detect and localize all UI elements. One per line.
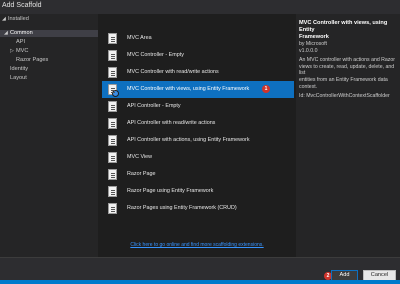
list-item[interactable]: MVC Area [102, 30, 294, 47]
list-item[interactable]: MVC View [102, 149, 294, 166]
step-badge: 1 [262, 85, 270, 93]
list-item-label: MVC Area [127, 35, 152, 41]
list-item[interactable]: MVC Controller - Empty [102, 47, 294, 64]
list-item-label: API Controller with actions, using Entit… [127, 137, 250, 143]
tree-item-label: Identity [10, 66, 29, 72]
list-item-label: MVC Controller - Empty [127, 52, 184, 58]
list-item-label: MVC Controller with views, using Entity … [127, 86, 250, 92]
details-desc-line: An MVC controller with actions and Razor [299, 57, 396, 64]
details-author: by Microsoft [299, 41, 327, 47]
details-desc-line: views to create, read, update, delete, a… [299, 63, 395, 77]
category-tree: ◢ Installed ◢ Common API ▷ MVC Razor Pages … [0, 14, 98, 257]
details-id: Id: MvcControllerWithContextScaffolder [299, 93, 390, 100]
template-icon [108, 67, 117, 78]
template-icon [108, 101, 117, 112]
template-icon [108, 186, 117, 197]
template-icon [108, 33, 117, 44]
list-item-label: MVC Controller with read/write actions [127, 69, 219, 75]
list-item-selected[interactable]: MVC Controller with views, using Entity … [102, 81, 294, 98]
list-item-label: Razor Pages using Entity Framework (CRUD… [127, 205, 237, 211]
list-item[interactable]: API Controller with read/write actions [102, 115, 294, 132]
tree-item-label: Razor Pages [16, 57, 49, 63]
tree-item-label: Common [10, 30, 33, 36]
list-item-label: Razor Page [127, 171, 156, 177]
details-desc-line: entities from an Entity Framework data [299, 76, 388, 83]
list-item[interactable]: Razor Page [102, 166, 294, 183]
details-title-cont: Framework [299, 34, 329, 40]
list-item-label: Razor Page using Entity Framework [127, 188, 214, 194]
tree-item-layout[interactable]: Layout [10, 75, 27, 82]
list-item[interactable]: API Controller with actions, using Entit… [102, 132, 294, 149]
tree-item-api[interactable]: API [16, 39, 25, 46]
list-item-label: MVC View [127, 154, 153, 160]
list-item-label: API Controller with read/write actions [127, 120, 216, 126]
tree-item-razor-pages[interactable]: Razor Pages [16, 57, 48, 64]
tree-item-label: Installed [8, 16, 29, 22]
list-item[interactable]: Razor Pages using Entity Framework (CRUD… [102, 200, 294, 217]
template-icon [108, 84, 119, 97]
status-bar [0, 280, 400, 284]
tree-item-identity[interactable]: Identity [10, 66, 28, 73]
template-icon [108, 135, 117, 146]
list-item[interactable]: MVC Controller with read/write actions [102, 64, 294, 81]
title-bar: Add Scaffold [0, 0, 400, 14]
tree-item-label: API [16, 39, 26, 45]
tree-item-installed[interactable]: ◢ Installed [2, 16, 29, 23]
details-version: v1.0.0.0 [299, 47, 318, 54]
tree-item-mvc[interactable]: ▷ MVC [10, 48, 28, 55]
details-panel: MVC Controller with views, using Entity … [296, 14, 400, 257]
template-list: MVC Area MVC Controller - Empty MVC Cont… [100, 14, 294, 257]
template-icon [108, 118, 117, 129]
tree-item-label: Layout [10, 75, 27, 81]
tree-item-common[interactable]: ◢ Common [0, 30, 98, 37]
details-title: MVC Controller with views, using Entity [299, 20, 388, 33]
template-icon [108, 203, 117, 214]
list-item[interactable]: API Controller - Empty [102, 98, 294, 115]
online-extensions-link[interactable]: Click here to go online and find more sc… [100, 242, 294, 248]
window-title: Add Scaffold [2, 2, 42, 9]
template-icon [108, 50, 117, 61]
details-description: An MVC controller with actions and Razor… [299, 57, 396, 90]
details-desc-line: context. [299, 83, 318, 90]
template-icon [108, 152, 117, 163]
tree-item-label: MVC [16, 48, 29, 54]
template-icon [108, 169, 117, 180]
list-item-label: API Controller - Empty [127, 103, 181, 109]
list-item[interactable]: Razor Page using Entity Framework [102, 183, 294, 200]
